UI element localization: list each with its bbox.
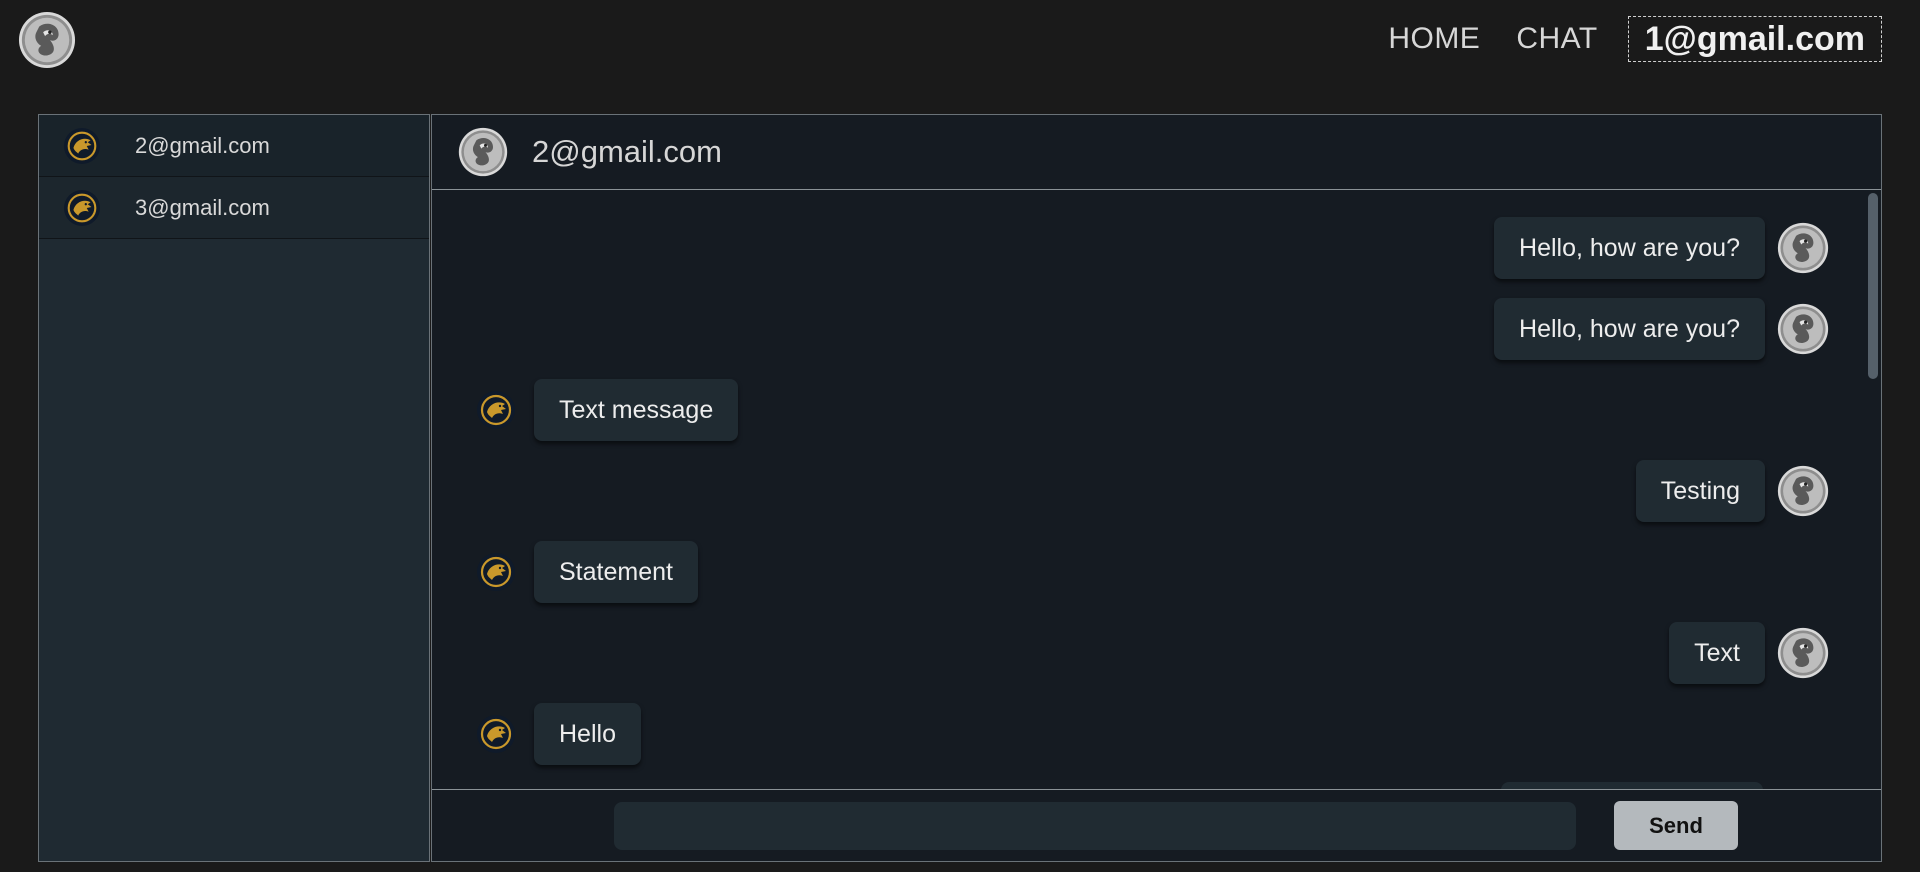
chat-title: 2@gmail.com xyxy=(532,134,722,169)
message-bubble: Testing xyxy=(1635,460,1765,522)
message-bubble: Hello, how are you? xyxy=(1494,217,1765,279)
message-composer: Send xyxy=(432,789,1881,861)
message-bubble: Statement xyxy=(534,541,698,603)
chat-panel: 2@gmail.com Hello, how are you? Hello, h… xyxy=(431,114,1882,862)
top-navbar: HOME CHAT 1@gmail.com xyxy=(0,0,1920,78)
gold-dragon-avatar-icon xyxy=(476,714,516,754)
contact-item[interactable]: 2@gmail.com xyxy=(39,115,429,177)
message-bubble: Hello, how are you? xyxy=(1494,298,1765,360)
message-incoming: Hello xyxy=(476,703,641,765)
nav-home-link[interactable]: HOME xyxy=(1388,22,1480,56)
message-outgoing: Text xyxy=(1669,622,1829,684)
message-outgoing: Testing xyxy=(1635,460,1829,522)
gold-dragon-avatar-icon xyxy=(63,189,101,227)
silver-dragon-avatar-icon xyxy=(1777,465,1829,517)
message-bubble-partial xyxy=(1501,782,1763,789)
silver-dragon-avatar-icon xyxy=(1777,627,1829,679)
message-incoming: Text message xyxy=(476,379,739,441)
scrollbar-thumb[interactable] xyxy=(1868,193,1878,379)
message-list[interactable]: Hello, how are you? Hello, how are you? … xyxy=(432,191,1881,789)
message-bubble: Hello xyxy=(534,703,641,765)
message-incoming: Statement xyxy=(476,541,698,603)
message-bubble: Text message xyxy=(534,379,739,441)
contact-email: 3@gmail.com xyxy=(135,194,270,220)
message-list-scrollbar[interactable] xyxy=(1867,191,1881,789)
nav-links: HOME CHAT 1@gmail.com xyxy=(1352,16,1882,62)
contact-email: 2@gmail.com xyxy=(135,132,270,158)
contact-item[interactable]: 3@gmail.com xyxy=(39,177,429,239)
message-bubble: Text xyxy=(1669,622,1765,684)
silver-dragon-avatar-icon xyxy=(1777,303,1829,355)
chat-header: 2@gmail.com xyxy=(432,115,1881,190)
gold-dragon-avatar-icon xyxy=(476,390,516,430)
silver-dragon-avatar-icon xyxy=(458,127,508,177)
message-outgoing: Hello, how are you? xyxy=(1494,298,1829,360)
current-user-email[interactable]: 1@gmail.com xyxy=(1627,16,1882,62)
silver-dragon-avatar-icon xyxy=(1777,222,1829,274)
send-button[interactable]: Send xyxy=(1614,801,1738,850)
nav-chat-link[interactable]: CHAT xyxy=(1516,22,1597,56)
dragon-logo-icon[interactable] xyxy=(18,11,76,69)
contacts-sidebar: 2@gmail.com 3@gmail.com xyxy=(38,114,430,862)
gold-dragon-avatar-icon xyxy=(476,552,516,592)
message-input[interactable] xyxy=(614,802,1576,850)
gold-dragon-avatar-icon xyxy=(63,127,101,165)
message-outgoing: Hello, how are you? xyxy=(1494,217,1829,279)
